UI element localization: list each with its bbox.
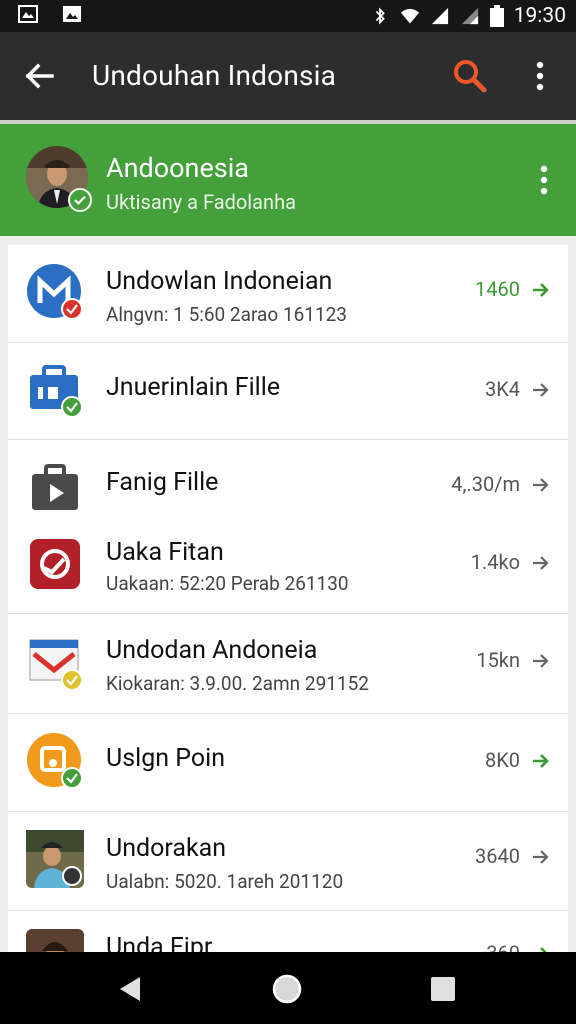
signal-2-icon [461, 7, 478, 25]
item-title: Undorakan [106, 834, 227, 863]
download-list: Undowlan Indoneian Alngvn: 1 5:60 2arao … [8, 245, 568, 965]
list-item[interactable]: Uslgn Poin 8K0 [8, 714, 568, 812]
more-vert-icon[interactable] [534, 162, 554, 198]
system-nav-bar [0, 952, 576, 1024]
nav-back-icon[interactable] [114, 972, 148, 1006]
item-size: 3K4 [484, 377, 520, 401]
back-arrow-icon[interactable] [22, 58, 58, 94]
signal-icon [431, 7, 448, 25]
list-item[interactable]: Undodan Andoneia Kiokaran: 3.9.00. 2amn … [8, 614, 568, 714]
chevron-right-icon [533, 654, 549, 668]
chevron-right-icon [533, 383, 549, 397]
search-icon[interactable] [450, 56, 490, 96]
item-size: 8K0 [484, 748, 520, 772]
item-subtitle: Uakaan: 52:20 Perab 261130 [106, 572, 349, 595]
account-subtitle: Uktisany a Fadolanha [106, 190, 296, 214]
chevron-right-icon [533, 283, 549, 297]
nav-home-icon[interactable] [270, 972, 304, 1006]
video-file-icon [32, 464, 78, 510]
list-item[interactable]: Undorakan Ualabn: 5020. 1areh 201120 364… [8, 812, 568, 911]
item-size: 1.4ko [470, 550, 520, 574]
gmail-like-icon [27, 264, 83, 320]
item-title: Uaka Fitan [106, 538, 224, 567]
list-item[interactable]: Undowlan Indoneian Alngvn: 1 5:60 2arao … [8, 245, 568, 343]
wifi-icon [400, 8, 419, 24]
app-bar: Undouhan Indonsia [0, 32, 576, 120]
item-size: 3640 [475, 844, 520, 868]
item-title: Undodan Andoneia [106, 636, 318, 665]
item-title: Fanig Fille [106, 468, 219, 497]
clock: 19:30 [513, 4, 566, 28]
account-header[interactable]: Andoonesia Uktisany a Fadolanha [0, 124, 576, 236]
list-item[interactable]: Fanig Fille 4,.30/m Uaka Fitan Uakaan: 5… [8, 440, 568, 614]
item-subtitle: Kiokaran: 3.9.00. 2amn 291152 [106, 672, 369, 695]
orange-app-icon [27, 733, 83, 789]
chevron-right-icon [533, 478, 549, 492]
item-title: Uslgn Poin [106, 744, 225, 773]
chevron-right-icon [533, 850, 549, 864]
item-size: 4,.30/m [451, 472, 520, 496]
page-title: Undouhan Indonsia [92, 59, 337, 92]
chevron-right-icon [533, 754, 549, 768]
status-bar: 19:30 [0, 0, 576, 32]
image-notification-icon [63, 6, 81, 22]
item-size: 15kn [476, 648, 520, 672]
item-subtitle: Ualabn: 5020. 1areh 201120 [106, 870, 344, 893]
person-photo-icon [26, 830, 84, 888]
chevron-right-icon [533, 556, 549, 570]
bluetooth-icon [375, 7, 385, 25]
list-item[interactable]: Jnuerinlain Fille 3K4 [8, 343, 568, 440]
nav-recents-icon[interactable] [426, 972, 460, 1006]
red-app-icon [30, 539, 80, 589]
item-title: Undowlan Indoneian [106, 267, 333, 296]
item-title: Jnuerinlain Fille [106, 373, 281, 402]
verified-check-icon [68, 188, 92, 212]
mail-icon [29, 639, 83, 691]
briefcase-icon [30, 365, 83, 418]
gallery-notification-icon [18, 5, 38, 23]
account-name: Andoonesia [106, 152, 249, 184]
more-vert-icon[interactable] [528, 58, 552, 94]
battery-icon [489, 5, 504, 27]
item-size: 1460 [475, 277, 520, 301]
item-subtitle: Alngvn: 1 5:60 2arao 161123 [106, 303, 347, 326]
